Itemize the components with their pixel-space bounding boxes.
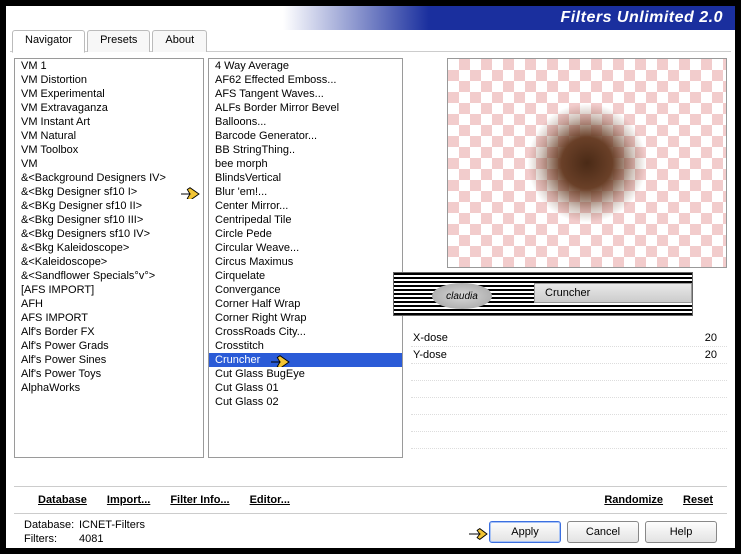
dialog-buttons: Apply Cancel Help <box>461 518 717 546</box>
list-item[interactable]: Cirquelate <box>209 269 402 283</box>
list-item[interactable]: AFS Tangent Waves... <box>209 87 402 101</box>
import-link[interactable]: Import... <box>101 491 156 509</box>
list-item[interactable]: &<Sandflower Specials°v°> <box>15 269 203 283</box>
filter-info-link[interactable]: Filter Info... <box>164 491 235 509</box>
list-item[interactable]: VM Experimental <box>15 87 203 101</box>
tab-strip: Navigator Presets About <box>6 30 735 52</box>
param-row-empty <box>411 381 727 398</box>
info-bar: Database:ICNET-Filters Filters:4081 Appl… <box>14 513 727 548</box>
tab-presets[interactable]: Presets <box>87 30 150 52</box>
param-row-empty <box>411 432 727 449</box>
hand-pointer-icon <box>179 185 201 199</box>
list-item[interactable]: &<Background Designers IV> <box>15 171 203 185</box>
list-item[interactable]: BlindsVertical <box>209 171 402 185</box>
list-item[interactable]: &<BKg Designer sf10 II> <box>15 199 203 213</box>
filter-list[interactable]: 4 Way AverageAF62 Effected Emboss...AFS … <box>208 58 403 458</box>
list-item[interactable]: &<Bkg Designers sf10 IV> <box>15 227 203 241</box>
param-value: 20 <box>705 349 717 361</box>
list-item[interactable]: Barcode Generator... <box>209 129 402 143</box>
list-item[interactable]: Balloons... <box>209 115 402 129</box>
param-row[interactable]: X-dose 20 <box>411 330 727 347</box>
param-value: 20 <box>705 332 717 344</box>
randomize-link[interactable]: Randomize <box>598 491 669 509</box>
list-item[interactable]: VM Distortion <box>15 73 203 87</box>
preview-image <box>447 58 727 268</box>
filter-name-row: Cruncher <box>534 283 692 303</box>
tab-navigator[interactable]: Navigator <box>12 30 85 53</box>
list-item[interactable]: Alf's Power Sines <box>15 353 203 367</box>
list-item[interactable]: ALFs Border Mirror Bevel <box>209 101 402 115</box>
param-row[interactable]: Y-dose 20 <box>411 347 727 364</box>
tab-about[interactable]: About <box>152 30 207 52</box>
list-item[interactable]: Cut Glass 02 <box>209 395 402 409</box>
apply-button[interactable]: Apply <box>489 521 561 543</box>
list-item[interactable]: Alf's Border FX <box>15 325 203 339</box>
database-link[interactable]: Database <box>32 491 93 509</box>
preview-blob <box>527 103 647 223</box>
help-button[interactable]: Help <box>645 521 717 543</box>
param-name: X-dose <box>413 332 448 344</box>
filter-name: Cruncher <box>545 287 590 299</box>
list-item[interactable]: Alf's Power Grads <box>15 339 203 353</box>
list-item[interactable]: Center Mirror... <box>209 199 402 213</box>
author-label: claudia <box>432 283 492 309</box>
list-item[interactable]: Circular Weave... <box>209 241 402 255</box>
list-item[interactable]: AF62 Effected Emboss... <box>209 73 402 87</box>
editor-link[interactable]: Editor... <box>244 491 296 509</box>
param-name: Y-dose <box>413 349 447 361</box>
list-item[interactable]: Centripedal Tile <box>209 213 402 227</box>
filters-label: Filters: <box>24 532 79 546</box>
list-item[interactable]: Alf's Power Toys <box>15 367 203 381</box>
list-item[interactable]: &<Bkg Designer sf10 I> <box>15 185 203 199</box>
list-item[interactable]: Circle Pede <box>209 227 402 241</box>
list-item[interactable]: Corner Half Wrap <box>209 297 402 311</box>
author-banner: claudia Cruncher <box>393 272 693 316</box>
title-bar: Filters Unlimited 2.0 <box>6 6 735 30</box>
list-item[interactable]: Corner Right Wrap <box>209 311 402 325</box>
list-item[interactable]: 4 Way Average <box>209 59 402 73</box>
list-item[interactable]: [AFS IMPORT] <box>15 283 203 297</box>
list-item[interactable]: &<Bkg Designer sf10 III> <box>15 213 203 227</box>
param-row-empty <box>411 415 727 432</box>
hand-pointer-icon <box>467 525 489 543</box>
list-item[interactable]: VM 1 <box>15 59 203 73</box>
bottom-toolbar: Database Import... Filter Info... Editor… <box>14 486 727 513</box>
param-row-empty <box>411 364 727 381</box>
hand-pointer-icon <box>269 353 291 367</box>
list-item[interactable]: AFS IMPORT <box>15 311 203 325</box>
list-item[interactable]: &<Bkg Kaleidoscope> <box>15 241 203 255</box>
list-item[interactable]: Crosstitch <box>209 339 402 353</box>
list-item[interactable]: AFH <box>15 297 203 311</box>
category-list[interactable]: VM 1VM DistortionVM ExperimentalVM Extra… <box>14 58 204 458</box>
list-item[interactable]: VM Toolbox <box>15 143 203 157</box>
list-item[interactable]: AlphaWorks <box>15 381 203 395</box>
list-item[interactable]: BB StringThing.. <box>209 143 402 157</box>
list-item[interactable]: Cut Glass 01 <box>209 381 402 395</box>
list-item[interactable]: bee morph <box>209 157 402 171</box>
db-value: ICNET-Filters <box>79 519 145 531</box>
param-table: X-dose 20 Y-dose 20 <box>411 330 727 449</box>
list-item[interactable]: VM Natural <box>15 129 203 143</box>
list-item[interactable]: VM Extravaganza <box>15 101 203 115</box>
list-item[interactable]: &<Kaleidoscope> <box>15 255 203 269</box>
filters-value: 4081 <box>79 533 103 545</box>
db-label: Database: <box>24 518 79 532</box>
list-item[interactable]: VM <box>15 157 203 171</box>
list-item[interactable]: Convergance <box>209 283 402 297</box>
param-row-empty <box>411 398 727 415</box>
list-item[interactable]: Circus Maximus <box>209 255 402 269</box>
app-title: Filters Unlimited 2.0 <box>560 9 723 27</box>
list-item[interactable]: Cruncher <box>209 353 402 367</box>
list-item[interactable]: VM Instant Art <box>15 115 203 129</box>
list-item[interactable]: CrossRoads City... <box>209 325 402 339</box>
cancel-button[interactable]: Cancel <box>567 521 639 543</box>
list-item[interactable]: Blur 'em!... <box>209 185 402 199</box>
reset-link[interactable]: Reset <box>677 491 719 509</box>
list-item[interactable]: Cut Glass BugEye <box>209 367 402 381</box>
